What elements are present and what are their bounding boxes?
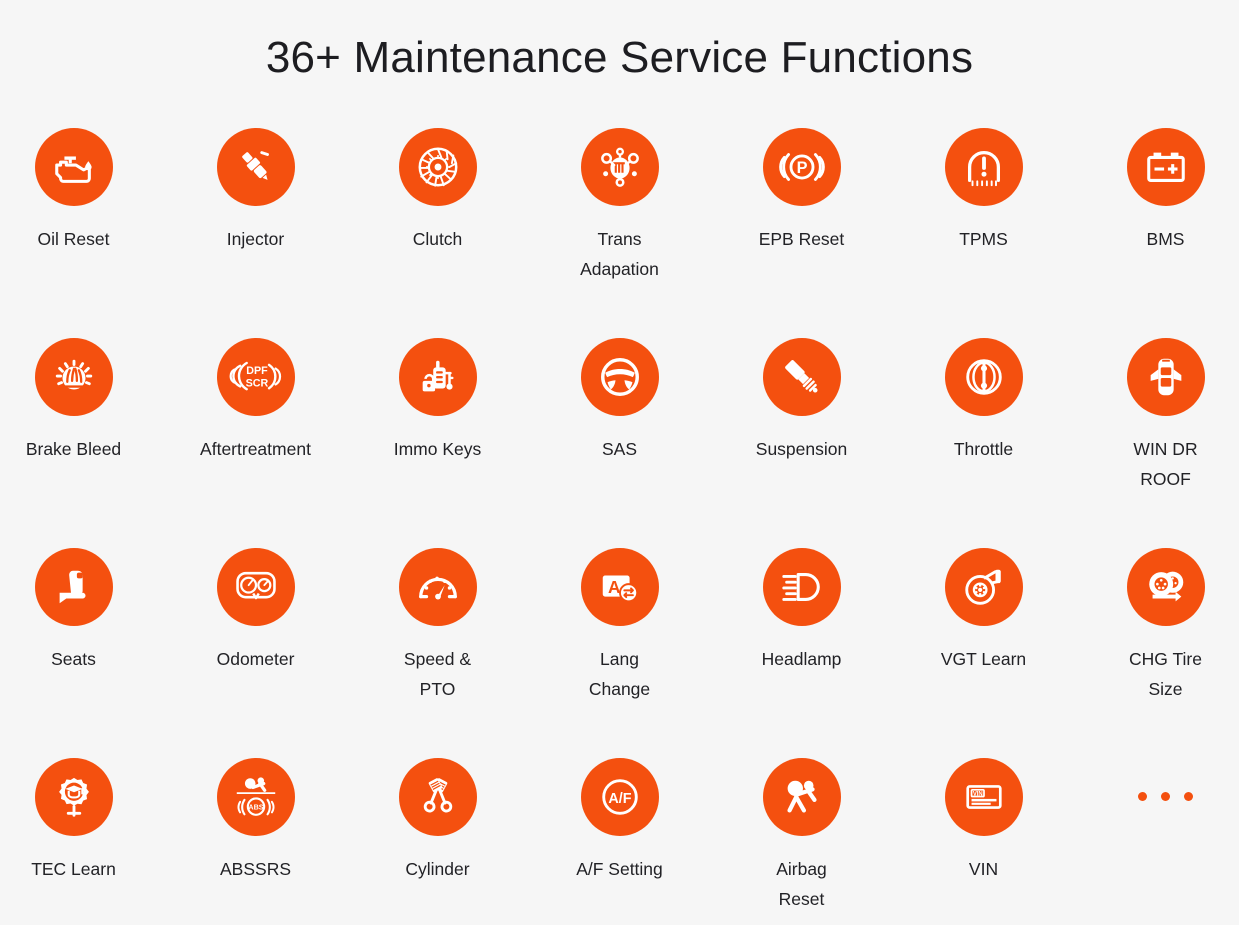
- function-item-clutch[interactable]: Clutch: [349, 118, 526, 328]
- function-label: Odometer: [216, 649, 295, 669]
- function-item-chg-tire-size[interactable]: CHG Tire Size: [1077, 538, 1239, 748]
- function-item-injector[interactable]: Injector: [167, 118, 344, 328]
- function-label: Immo Keys: [393, 439, 482, 459]
- function-label: WIN DR ROOF: [1133, 439, 1198, 489]
- throttle-body-icon: [944, 338, 1023, 416]
- svg-text:DPF: DPF: [246, 365, 268, 377]
- function-label: Throttle: [953, 439, 1014, 459]
- function-item-seats[interactable]: Seats: [0, 538, 162, 748]
- function-label: Aftertreatment: [200, 439, 311, 459]
- function-item-speed-pto[interactable]: Speed & PTO: [349, 538, 526, 748]
- function-label: Speed & PTO: [403, 649, 472, 699]
- speedometer-icon: [398, 548, 477, 626]
- gear-graduation-cap-icon: [34, 758, 113, 836]
- function-label: Brake Bleed: [25, 439, 122, 459]
- function-item-airbag-reset[interactable]: Airbag Reset: [713, 748, 890, 925]
- function-item-tec-learn[interactable]: TEC Learn: [0, 748, 162, 925]
- maintenance-functions-page: 36+ Maintenance Service Functions Oil Re…: [0, 0, 1239, 925]
- function-label: Airbag Reset: [776, 859, 827, 909]
- brake-disc-icon: [34, 338, 113, 416]
- function-label: Lang Change: [588, 649, 651, 699]
- function-item-win-dr-roof[interactable]: WIN DR ROOF: [1077, 328, 1239, 538]
- svg-text:VIN: VIN: [972, 791, 982, 797]
- function-label: ABSSRS: [220, 859, 291, 879]
- function-item-odometer[interactable]: Odometer: [167, 538, 344, 748]
- function-label: TPMS: [959, 229, 1008, 249]
- steering-wheel-icon: [580, 338, 659, 416]
- tire-pressure-icon: [944, 128, 1023, 206]
- function-label: VIN: [968, 859, 999, 879]
- function-item-af-setting[interactable]: A/F A/F Setting: [531, 748, 708, 925]
- ellipsis-dot: [1138, 792, 1147, 801]
- function-item-suspension[interactable]: Suspension: [713, 328, 890, 538]
- function-label: Suspension: [755, 439, 848, 459]
- function-item-vin[interactable]: VIN VIN: [895, 748, 1072, 925]
- functions-grid: Oil Reset Injector Clutch Trans Adapatio…: [0, 118, 1239, 925]
- function-item-brake-bleed[interactable]: Brake Bleed: [0, 328, 162, 538]
- ellipsis-dots: [1138, 792, 1193, 801]
- piston-icon: [398, 758, 477, 836]
- epb-parking-brake-icon: P: [762, 128, 841, 206]
- function-item-sas[interactable]: SAS: [531, 328, 708, 538]
- function-label: Trans Adapation: [580, 229, 659, 279]
- function-label: Clutch: [412, 229, 463, 249]
- language-switch-icon: A: [580, 548, 659, 626]
- svg-text:P: P: [796, 159, 807, 177]
- function-label: A/F Setting: [576, 859, 663, 879]
- battery-icon: [1126, 128, 1205, 206]
- tire-change-icon: [1126, 548, 1205, 626]
- function-item-aftertreatment[interactable]: DPF SCR Aftertreatment: [167, 328, 344, 538]
- function-item-abssrs[interactable]: ABS ABSSRS: [167, 748, 344, 925]
- function-item-vgt-learn[interactable]: VGT Learn: [895, 538, 1072, 748]
- vin-card-icon: VIN: [944, 758, 1023, 836]
- function-label: Injector: [226, 229, 285, 249]
- dpf-scr-icon: DPF SCR: [216, 338, 295, 416]
- page-title: 36+ Maintenance Service Functions: [265, 33, 974, 82]
- clutch-disc-icon: [398, 128, 477, 206]
- function-label: EPB Reset: [758, 229, 845, 249]
- function-item-headlamp[interactable]: Headlamp: [713, 538, 890, 748]
- ellipsis-dot: [1184, 792, 1193, 801]
- function-item-bms[interactable]: BMS: [1077, 118, 1239, 328]
- car-top-view-icon: [1126, 338, 1205, 416]
- function-label: VGT Learn: [940, 649, 1027, 669]
- function-item-epb-reset[interactable]: P EPB Reset: [713, 118, 890, 328]
- oil-can-icon: [34, 128, 113, 206]
- function-label: Oil Reset: [37, 229, 110, 249]
- svg-text:A/F: A/F: [608, 791, 631, 807]
- svg-text:SCR: SCR: [245, 377, 268, 389]
- function-label: CHG Tire Size: [1129, 649, 1202, 699]
- function-label: Seats: [51, 649, 96, 669]
- function-label: Headlamp: [761, 649, 842, 669]
- airbag-icon: [762, 758, 841, 836]
- shock-absorber-icon: [762, 338, 841, 416]
- turbocharger-icon: [944, 548, 1023, 626]
- function-item-trans-adapation[interactable]: Trans Adapation: [531, 118, 708, 328]
- function-item-cylinder[interactable]: Cylinder: [349, 748, 526, 925]
- function-label: TEC Learn: [31, 859, 116, 879]
- car-seat-icon: [34, 548, 113, 626]
- air-fuel-ratio-icon: A/F: [580, 758, 659, 836]
- more-functions-ellipsis[interactable]: [1077, 748, 1239, 925]
- immobilizer-key-icon: [398, 338, 477, 416]
- svg-text:A: A: [608, 577, 620, 597]
- function-item-lang-change[interactable]: A Lang Change: [531, 538, 708, 748]
- headlight-icon: [762, 548, 841, 626]
- abs-srs-icon: ABS: [216, 758, 295, 836]
- ellipsis-dot: [1161, 792, 1170, 801]
- svg-text:ABS: ABS: [248, 803, 263, 812]
- fuel-injector-icon: [216, 128, 295, 206]
- function-item-immo-keys[interactable]: Immo Keys: [349, 328, 526, 538]
- instrument-cluster-icon: [216, 548, 295, 626]
- function-label: Cylinder: [405, 859, 470, 879]
- function-item-oil-reset[interactable]: Oil Reset: [0, 118, 162, 328]
- function-label: SAS: [601, 439, 638, 459]
- function-label: BMS: [1146, 229, 1185, 249]
- function-item-tpms[interactable]: TPMS: [895, 118, 1072, 328]
- function-item-throttle[interactable]: Throttle: [895, 328, 1072, 538]
- transmission-gear-icon: [580, 128, 659, 206]
